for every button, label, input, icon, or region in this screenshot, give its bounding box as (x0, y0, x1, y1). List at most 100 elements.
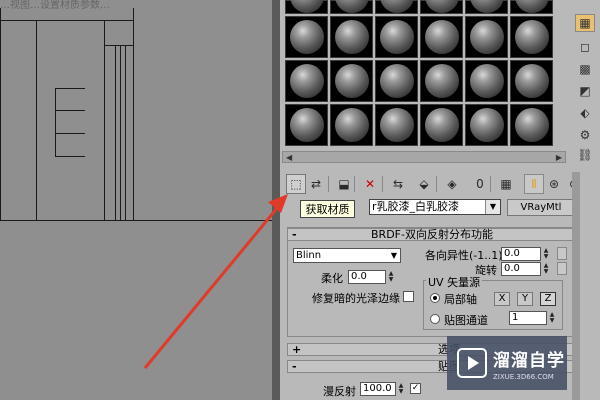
material-sphere-icon (470, 108, 504, 142)
axis-x-button[interactable]: X (494, 292, 510, 306)
spinner-arrows-icon[interactable]: ▲ ▼ (386, 271, 396, 283)
diffuse-value: 100.0 (363, 383, 392, 394)
toolbar-separator (354, 176, 355, 192)
material-sphere-icon (335, 64, 369, 98)
material-slot[interactable] (510, 104, 553, 146)
material-slot[interactable] (465, 60, 508, 102)
chevron-down-icon[interactable]: ▼ (388, 249, 400, 262)
viewport-splitter[interactable] (272, 0, 280, 400)
slots-horizontal-scrollbar[interactable]: ◀ ▶ (282, 151, 566, 163)
diffuse-enable-checkbox[interactable]: ✓ (410, 383, 421, 394)
material-slot[interactable] (465, 0, 508, 14)
material-toolbar: ⬚⇄⬓✕⇆⬙◈0▦Ⅱ⊛⊛ (282, 172, 579, 196)
material-sphere-icon (425, 64, 459, 98)
material-slot[interactable] (375, 60, 418, 102)
material-slot[interactable] (510, 0, 553, 14)
toolbar-separator (436, 176, 437, 192)
panel-vertical-scrollbar[interactable] (572, 172, 580, 400)
material-slot[interactable] (285, 60, 328, 102)
material-name-field[interactable]: r乳胶漆_白乳胶漆 ▼ (369, 199, 501, 215)
brdf-type-dropdown[interactable]: Blinn ▼ (293, 248, 401, 263)
side-toolbar: ▦ ◻ ▩ ◩ ⬖ ⚙ ⛓ (570, 0, 600, 170)
material-slot[interactable] (285, 16, 328, 58)
material-type-button[interactable]: VRayMtl (507, 199, 575, 216)
show-end-result-button[interactable]: Ⅱ (524, 174, 544, 194)
material-slot[interactable] (285, 104, 328, 146)
wall-line (0, 20, 133, 21)
put-to-library-button[interactable]: ◈ (442, 174, 462, 194)
show-map-button[interactable]: ▦ (496, 174, 516, 194)
floor-line (0, 220, 272, 221)
rotation-map-button[interactable] (557, 262, 567, 275)
material-slot[interactable] (330, 60, 373, 102)
get-material-button[interactable]: ⬚ (286, 174, 306, 194)
map-channel-value: 1 (512, 312, 519, 323)
material-slot[interactable] (510, 60, 553, 102)
local-axis-radio[interactable] (430, 293, 440, 303)
material-slot[interactable] (285, 0, 328, 14)
options-icon[interactable]: ⚙ (575, 126, 595, 144)
spinner-arrows-icon[interactable]: ▲ ▼ (396, 383, 406, 395)
spinner-arrows-icon[interactable]: ▲ ▼ (547, 312, 557, 324)
material-sphere-icon (425, 108, 459, 142)
map-channel-radio[interactable] (430, 314, 440, 324)
watermark-url: ZIXUE.3D66.COM (493, 372, 554, 381)
assign-to-selection-button[interactable]: ⬓ (334, 174, 354, 194)
put-to-scene-button[interactable]: ⇄ (306, 174, 326, 194)
scroll-right-icon[interactable]: ▶ (556, 153, 562, 162)
material-slot[interactable] (420, 104, 463, 146)
brdf-type-value: Blinn (296, 250, 322, 261)
material-slot[interactable] (330, 16, 373, 58)
background-icon[interactable]: ▩ (575, 60, 595, 78)
material-id-button[interactable]: 0 (470, 174, 490, 194)
cabinet-line (104, 20, 105, 220)
anisotropy-spinner[interactable]: 0.0 ▲ ▼ (501, 247, 548, 261)
select-by-material-icon[interactable]: ⛓ (575, 146, 595, 164)
uv-tiling-icon[interactable]: ◩ (575, 82, 595, 100)
delete-button[interactable]: ✕ (360, 174, 380, 194)
cabinet-line (133, 8, 134, 220)
video-color-check-icon[interactable]: ⬖ (575, 104, 595, 122)
material-slot[interactable] (375, 16, 418, 58)
material-sphere-icon (470, 64, 504, 98)
cabinet-line (36, 20, 37, 220)
soften-spinner[interactable]: 0.0 ▲ ▼ (348, 270, 393, 284)
toolbar-separator (382, 176, 383, 192)
material-slot[interactable] (465, 104, 508, 146)
material-slot[interactable] (330, 0, 373, 14)
diffuse-spinner[interactable]: 100.0 ▲ ▼ (360, 382, 403, 396)
sample-type-icon[interactable]: ▦ (575, 14, 595, 32)
material-sphere-icon (515, 108, 549, 142)
make-copy-button[interactable]: ⇆ (388, 174, 408, 194)
anisotropy-label: 各向异性(-1..1) (425, 249, 503, 262)
anisotropy-map-button[interactable] (557, 247, 567, 260)
diffuse-label: 漫反射 (323, 385, 356, 398)
make-unique-button[interactable]: ⬙ (414, 174, 434, 194)
material-slot[interactable] (330, 104, 373, 146)
scroll-left-icon[interactable]: ◀ (286, 153, 292, 162)
go-to-parent-button[interactable]: ⊛ (544, 174, 564, 194)
material-slot[interactable] (375, 104, 418, 146)
material-sphere-icon (335, 20, 369, 54)
chevron-down-icon[interactable]: ▼ (485, 200, 500, 214)
map-channel-spinner[interactable]: 1 ▲ ▼ (509, 311, 554, 325)
material-slot[interactable] (420, 0, 463, 14)
material-slot[interactable] (375, 0, 418, 14)
fix-dark-edges-checkbox[interactable] (403, 291, 414, 302)
spinner-arrows-icon[interactable]: ▲ ▼ (541, 263, 551, 275)
rotation-value: 0.0 (504, 263, 520, 274)
axis-y-button[interactable]: Y (517, 292, 533, 306)
material-slot[interactable] (465, 16, 508, 58)
rotation-spinner[interactable]: 0.0 ▲ ▼ (501, 262, 548, 276)
backlight-icon[interactable]: ◻ (575, 38, 595, 56)
viewport[interactable]: …视图…设置材质参数… (0, 0, 272, 400)
material-slot[interactable] (420, 16, 463, 58)
toolbar-separator (490, 176, 491, 192)
play-logo-icon (457, 348, 487, 378)
axis-z-button[interactable]: Z (540, 292, 556, 306)
material-slot[interactable] (420, 60, 463, 102)
soften-value: 0.0 (351, 271, 367, 282)
material-slot[interactable] (510, 16, 553, 58)
spinner-arrows-icon[interactable]: ▲ ▼ (541, 248, 551, 260)
tooltip: 获取材质 (300, 200, 355, 218)
